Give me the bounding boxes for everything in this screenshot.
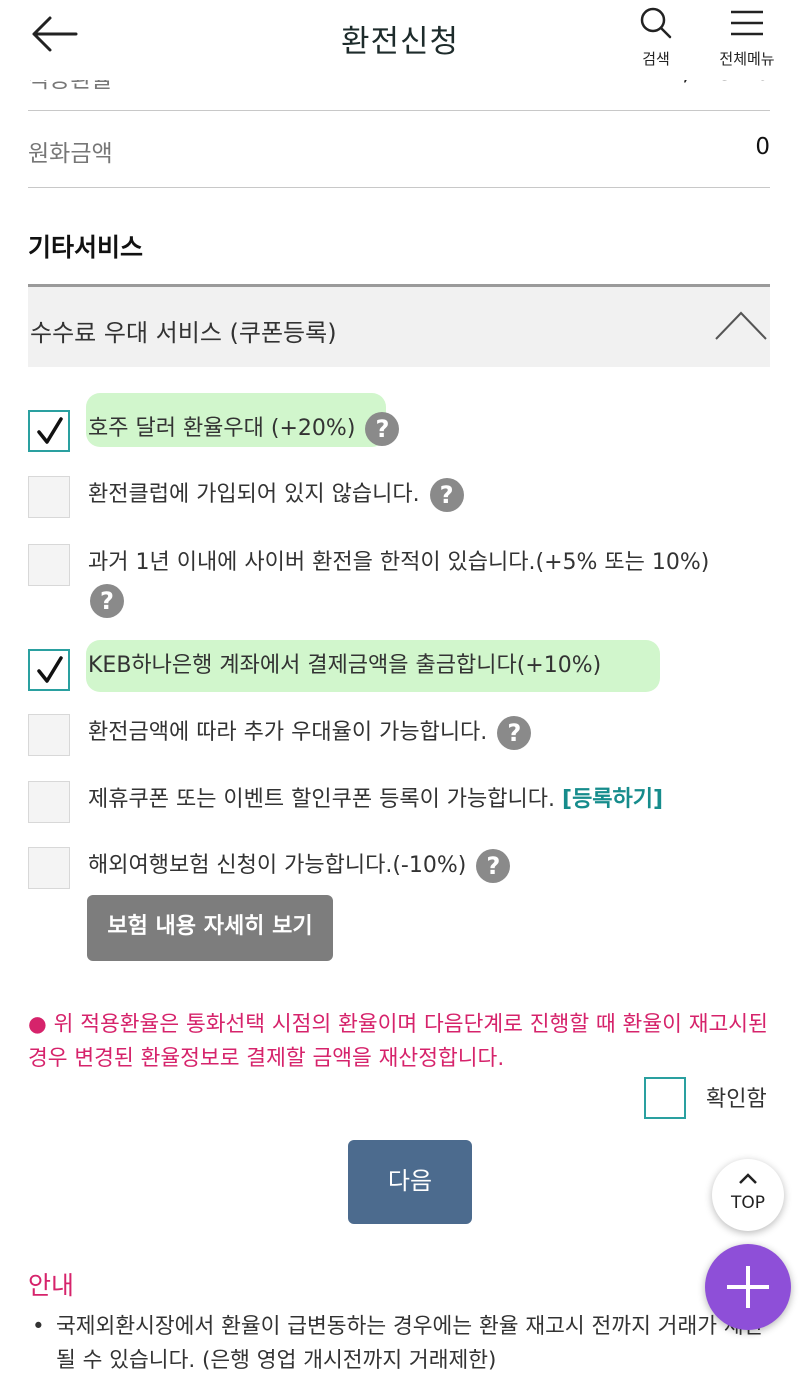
app-header: 환전신청 검색 전체메뉴 <box>0 0 800 80</box>
won-amount-label: 원화금액 <box>28 141 113 167</box>
option-label: 환전금액에 따라 추가 우대율이 가능합니다.? <box>88 716 532 750</box>
option-keb-account-withdrawal: KEB하나은행 계좌에서 결제금액을 출금합니다(+10%) <box>28 649 770 691</box>
option-label: 해외여행보험 신청이 가능합니다.(-10%)? <box>88 849 511 883</box>
option-coupon-registration: 제휴쿠폰 또는 이벤트 할인쿠폰 등록이 가능합니다. [등록하기] <box>28 781 770 823</box>
search-button[interactable]: 검색 <box>630 6 682 69</box>
register-coupon-link[interactable]: [등록하기] <box>562 787 663 812</box>
option-label: 과거 1년 이내에 사이버 환전을 한적이 있습니다.(+5% 또는 10%) <box>88 550 710 575</box>
scroll-top-button[interactable]: TOP <box>712 1159 784 1231</box>
accordion-label: 수수료 우대 서비스 (쿠폰등록) <box>30 319 337 347</box>
checkbox-travel-insurance[interactable] <box>28 847 70 889</box>
confirm-option: 확인함 <box>644 1077 774 1119</box>
next-button[interactable]: 다음 <box>348 1140 472 1224</box>
menu-button[interactable]: 전체메뉴 <box>708 6 786 69</box>
checkmark-icon <box>37 417 63 444</box>
bullet-mark: • <box>32 1314 45 1339</box>
checkbox-past-cyber-exchange[interactable] <box>28 544 70 586</box>
fee-discount-accordion[interactable]: 수수료 우대 서비스 (쿠폰등록) <box>28 284 770 367</box>
help-icon[interactable]: ? <box>90 584 124 618</box>
confirm-checkbox[interactable] <box>644 1077 686 1119</box>
help-icon[interactable]: ? <box>429 478 464 512</box>
hamburger-menu-icon <box>731 10 763 36</box>
checkbox-aud-rate-discount[interactable] <box>28 410 70 452</box>
option-exchange-club: 환전클럽에 가입되어 있지 않습니다.? <box>28 476 770 518</box>
checkbox-exchange-club[interactable] <box>28 476 70 518</box>
guide-title: 안내 <box>28 1271 75 1300</box>
won-amount-row: 원화금액 0 <box>28 111 770 188</box>
floating-add-button[interactable] <box>705 1244 791 1330</box>
confirm-label: 확인함 <box>706 1087 767 1112</box>
checkbox-amount-based-discount[interactable] <box>28 714 70 756</box>
option-past-cyber-exchange: 과거 1년 이내에 사이버 환전을 한적이 있습니다.(+5% 또는 10%) … <box>28 544 770 624</box>
option-aud-rate-discount: 호주 달러 환율우대 (+20%)? <box>28 410 770 452</box>
top-label: TOP <box>730 1193 766 1213</box>
checkbox-coupon-registration[interactable] <box>28 781 70 823</box>
menu-label: 전체메뉴 <box>719 50 775 68</box>
option-label: 환전클럽에 가입되어 있지 않습니다.? <box>88 478 464 512</box>
search-label: 검색 <box>642 50 670 68</box>
arrow-up-icon <box>739 1173 757 1184</box>
option-label: 호주 달러 환율우대 (+20%)? <box>88 412 400 446</box>
option-label: KEB하나은행 계좌에서 결제금액을 출금합니다(+10%) <box>88 653 602 678</box>
option-travel-insurance: 해외여행보험 신청이 가능합니다.(-10%)? <box>28 847 770 889</box>
option-amount-based-discount: 환전금액에 따라 추가 우대율이 가능합니다.? <box>28 714 770 756</box>
checkmark-icon <box>37 656 63 683</box>
help-icon[interactable]: ? <box>497 716 532 750</box>
section-title: 기타서비스 <box>28 233 144 262</box>
won-amount-value: 0 <box>755 134 770 160</box>
chevron-up-icon <box>715 311 767 340</box>
checkbox-keb-account-withdrawal[interactable] <box>28 649 70 691</box>
help-icon[interactable]: ? <box>365 412 400 446</box>
option-label: 제휴쿠폰 또는 이벤트 할인쿠폰 등록이 가능합니다. [등록하기] <box>88 787 664 812</box>
insurance-details-button[interactable]: 보험 내용 자세히 보기 <box>87 895 333 961</box>
help-icon[interactable]: ? <box>476 849 511 883</box>
guide-text: 국제외환시장에서 환율이 급변동하는 경우에는 환율 재고시 전까지 거래가 제… <box>56 1314 764 1373</box>
rate-notice: ● 위 적용환율은 통화선택 시점의 환율이며 다음단계로 진행할 때 환율이 … <box>28 1012 768 1071</box>
search-icon <box>640 7 672 39</box>
